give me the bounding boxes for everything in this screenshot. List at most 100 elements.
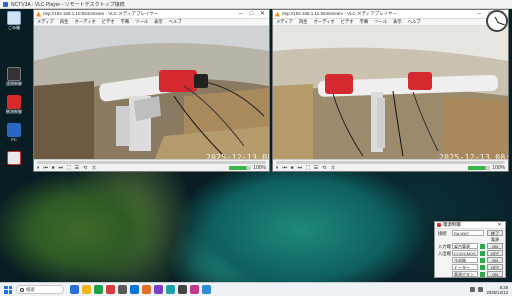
taskbar-app-icon[interactable] [94, 285, 103, 294]
menu-view[interactable]: 表示 [154, 19, 163, 25]
fullscreen-icon[interactable]: ⛶ [67, 165, 71, 171]
vlc-titlebar[interactable]: rtsp://192.168.1.11:554/stream - VLC メディ… [273, 10, 508, 19]
exit-button[interactable]: 終了 [487, 230, 503, 236]
menu-tools[interactable]: ツール [374, 19, 387, 25]
menu-subtitle[interactable]: 字幕 [121, 19, 130, 25]
panel-titlebar[interactable]: 電源制御 ✕ [435, 222, 505, 229]
camera-power-field: CCD/CMOS [452, 250, 478, 256]
volume-control[interactable]: 100% [468, 165, 505, 171]
search-icon [20, 287, 24, 292]
taskbar-app-icon[interactable] [154, 285, 163, 294]
menu-playback[interactable]: 再生 [299, 19, 308, 25]
menu-playback[interactable]: 再生 [60, 19, 69, 25]
power-toggle-button[interactable]: ON [487, 271, 503, 277]
taskbar-app-icon[interactable] [82, 285, 91, 294]
previous-icon[interactable]: ⏮ [283, 165, 288, 171]
pause-icon[interactable]: ⏸ [37, 165, 40, 171]
menu-media[interactable]: メディア [37, 19, 54, 25]
row-label: 接続 [438, 231, 447, 236]
taskbar-app-icon[interactable] [190, 285, 199, 294]
power-control-panel[interactable]: 電源制御 ✕ 接続 Rd.9007 終了 電源 入力端 架台電源 ON 入出端 … [434, 221, 506, 278]
next-icon[interactable]: ⏭ [298, 165, 303, 171]
status-indicator [480, 265, 485, 270]
menu-video[interactable]: ビデオ [341, 19, 354, 25]
menu-tools[interactable]: ツール [135, 19, 148, 25]
cooler-button[interactable]: ON [487, 257, 503, 263]
desktop-icon-app-1[interactable]: 遠隔制御 [1, 66, 27, 92]
menu-subtitle[interactable]: 字幕 [360, 19, 369, 25]
pause-icon[interactable]: ⏸ [276, 165, 279, 171]
vlc-cone-icon [36, 11, 41, 17]
vlc-window-title: rtsp://192.168.1.10:554/stream - VLC メディ… [43, 11, 159, 16]
status-indicator [480, 244, 485, 249]
close-icon[interactable]: ✕ [496, 222, 503, 228]
observatory-scene-right [273, 26, 508, 161]
connection-field[interactable]: Rd.9007 [452, 230, 484, 236]
taskbar-search[interactable]: 検索 [16, 285, 64, 294]
vlc-cone-icon [275, 11, 280, 17]
remote-desktop-titlebar[interactable]: NCTV3A - VLC Player - リモートデスクトップ接続 [0, 0, 512, 9]
shuffle-icon[interactable]: ⤨ [91, 165, 95, 171]
loop-icon[interactable]: ⟲ [322, 165, 326, 171]
start-button[interactable] [4, 285, 12, 294]
taskbar-app-icon[interactable] [70, 285, 79, 294]
taskbar-app-icon[interactable] [118, 285, 127, 294]
vlc-window-left[interactable]: rtsp://192.168.1.10:554/stream - VLC メディ… [33, 9, 270, 172]
volume-bar[interactable] [229, 165, 252, 170]
desktop-icons: ごみ箱 遠隔制御 観測制御 PC [1, 10, 29, 178]
next-icon[interactable]: ⏭ [59, 165, 64, 171]
desktop-icon-label: ごみ箱 [8, 25, 20, 30]
volume-bar[interactable] [468, 165, 491, 170]
app-icon-1 [7, 67, 21, 81]
desktop-icon-recycle-bin[interactable]: ごみ箱 [1, 10, 27, 36]
mount-power-field: 架台電源 [452, 243, 478, 249]
menu-help[interactable]: ヘルプ [169, 19, 182, 25]
previous-icon[interactable]: ⏮ [44, 165, 49, 171]
menu-media[interactable]: メディア [276, 19, 293, 25]
desktop-icon-app-2[interactable]: 観測制御 [1, 94, 27, 120]
heater-button[interactable]: OFF [487, 264, 503, 270]
observatory-scene-left [34, 26, 269, 161]
menu-audio[interactable]: オーディオ [74, 19, 95, 25]
volume-icon[interactable] [478, 287, 484, 292]
desktop-icon-app-3[interactable]: PC [1, 122, 27, 148]
menu-audio[interactable]: オーディオ [313, 19, 334, 25]
menu-view[interactable]: 表示 [393, 19, 402, 25]
stop-icon[interactable]: ⏹ [52, 165, 55, 171]
volume-level: 100% [492, 164, 505, 171]
taskbar-app-icon[interactable] [202, 285, 211, 294]
vlc-titlebar[interactable]: rtsp://192.168.1.10:554/stream - VLC メディ… [34, 10, 269, 19]
stop-icon[interactable]: ⏹ [291, 165, 294, 171]
vlc-controls: ⏸ ⏮ ⏹ ⏭ ⛶ ☰ ⟲ ⤨ 100% [34, 159, 269, 171]
vlc-window-right[interactable]: rtsp://192.168.1.11:554/stream - VLC メディ… [272, 9, 509, 172]
volume-control[interactable]: 100% [229, 165, 266, 171]
playlist-icon[interactable]: ☰ [75, 165, 79, 171]
fullscreen-icon[interactable]: ⛶ [306, 165, 310, 171]
recycle-bin-icon [7, 11, 21, 25]
taskbar-app-icon[interactable] [106, 285, 115, 294]
taskbar-app-icon[interactable] [178, 285, 187, 294]
menu-help[interactable]: ヘルプ [408, 19, 421, 25]
row-label: 入力端 [438, 244, 451, 249]
loop-icon[interactable]: ⟲ [83, 165, 87, 171]
shuffle-icon[interactable]: ⤨ [330, 165, 334, 171]
taskbar-app-icon[interactable] [166, 285, 175, 294]
vlc-menubar: メディア 再生 オーディオ ビデオ 字幕 ツール 表示 ヘルプ [273, 19, 508, 26]
minimize-icon[interactable]: – [475, 10, 484, 18]
tray-clock[interactable]: 8:28 2025/12/13 [486, 285, 508, 295]
app-icon-4 [7, 151, 21, 165]
minimize-icon[interactable]: – [236, 10, 245, 18]
playlist-icon[interactable]: ☰ [314, 165, 318, 171]
desktop-icon-label: 観測制御 [6, 109, 22, 114]
cooler-field: 冷却器 [452, 257, 478, 263]
desktop-icon-app-4[interactable] [1, 150, 27, 176]
maximize-icon[interactable]: □ [247, 10, 256, 18]
close-icon[interactable]: ✕ [258, 10, 267, 18]
menu-video[interactable]: ビデオ [102, 19, 115, 25]
network-icon[interactable] [470, 287, 476, 292]
taskbar-app-icon[interactable] [130, 285, 139, 294]
mount-power-button[interactable]: ON [487, 243, 503, 249]
camera-power-button[interactable]: OFF [487, 250, 503, 256]
taskbar-app-icon[interactable] [142, 285, 151, 294]
taskbar: 検索 8:28 2025/12/13 [0, 282, 512, 296]
